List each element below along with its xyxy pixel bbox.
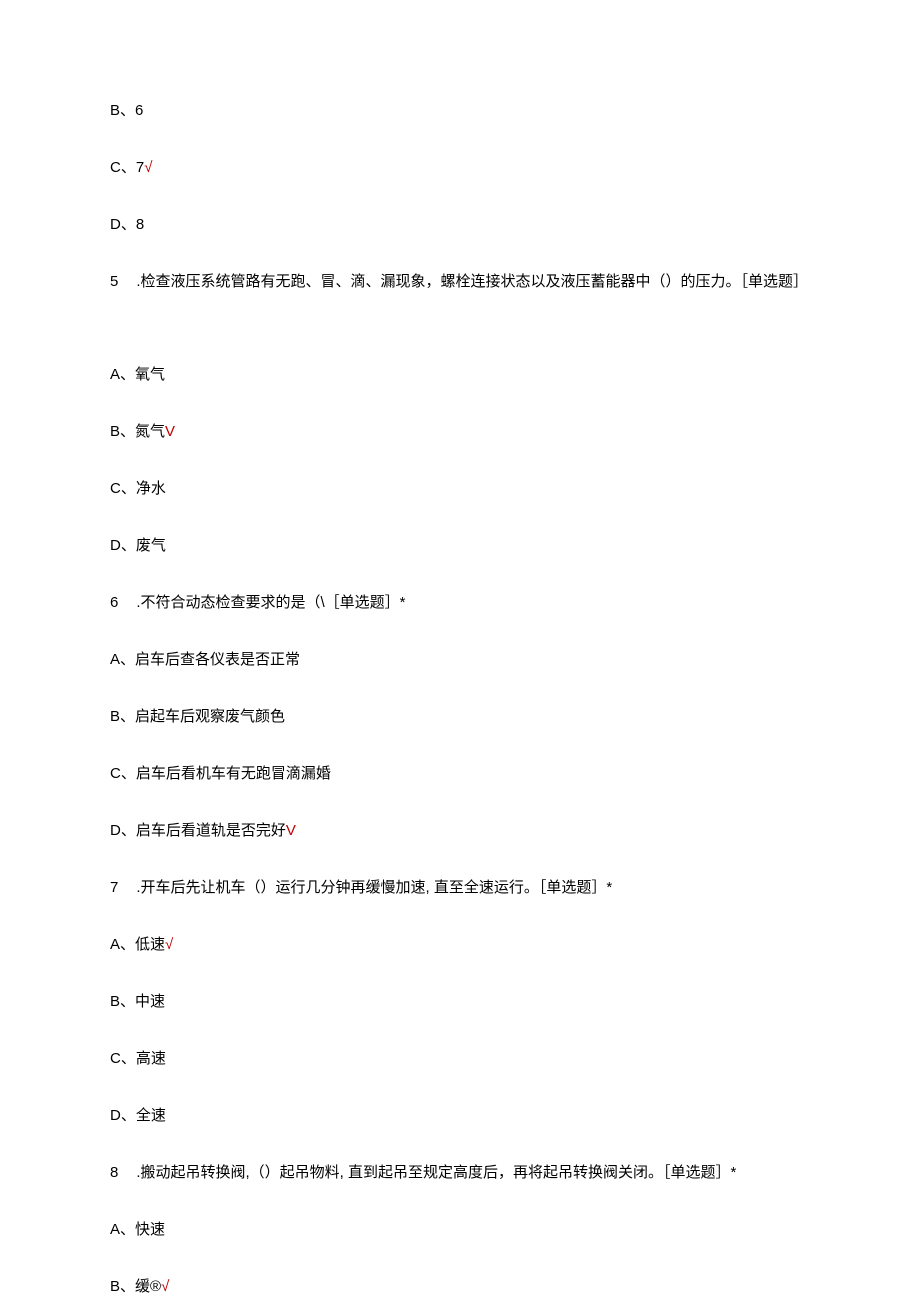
correct-mark: V	[286, 822, 296, 839]
question-line: 7 .开车后先让机车（）运行几分钟再缓慢加速, 直至全速运行。［单选题］*	[110, 877, 810, 898]
option-line: D、废气	[110, 535, 810, 556]
question-number: 7	[110, 879, 118, 896]
correct-mark: √	[165, 936, 173, 953]
option-line: A、氧气	[110, 364, 810, 385]
option-text: B、启起车后观察废气颜色	[110, 708, 285, 725]
question-line: 5 .检查液压系统管路有无跑、冒、滴、漏现象，螺栓连接状态以及液压蓄能器中（）的压…	[110, 271, 810, 292]
option-line: A、快速	[110, 1219, 810, 1240]
option-line: A、低速√	[110, 934, 810, 955]
option-text: A、低速	[110, 936, 165, 953]
question-number: 5	[110, 273, 118, 290]
option-line: B、缓®√	[110, 1276, 810, 1297]
option-text: D、废气	[110, 537, 166, 554]
correct-mark: √	[144, 159, 152, 176]
question-number: 6	[110, 594, 118, 611]
option-text: A、启车后查各仪表是否正常	[110, 651, 300, 668]
option-text: C、净水	[110, 480, 166, 497]
option-line: D、全速	[110, 1105, 810, 1126]
question-line: 8 .搬动起吊转换阀,（）起吊物料, 直到起吊至规定高度后，再将起吊转换阀关闭。［…	[110, 1162, 810, 1183]
option-text: A、快速	[110, 1221, 165, 1238]
option-line: B、中速	[110, 991, 810, 1012]
question-text: .开车后先让机车（）运行几分钟再缓慢加速, 直至全速运行。［单选题］*	[136, 879, 612, 896]
question-text: .检查液压系统管路有无跑、冒、滴、漏现象，螺栓连接状态以及液压蓄能器中（）的压力…	[136, 273, 808, 290]
question-text: .搬动起吊转换阀,（）起吊物料, 直到起吊至规定高度后，再将起吊转换阀关闭。［单…	[136, 1164, 736, 1181]
option-line: B、启起车后观察废气颜色	[110, 706, 810, 727]
option-text: D、全速	[110, 1107, 166, 1124]
option-text: A、氧气	[110, 366, 165, 383]
question-line: 6 .不符合动态检查要求的是（\［单选题］*	[110, 592, 810, 613]
option-text: D、8	[110, 216, 144, 233]
option-text: D、启车后看道轨是否完好	[110, 822, 286, 839]
option-text: C、7	[110, 159, 144, 176]
option-line: A、启车后查各仪表是否正常	[110, 649, 810, 670]
option-line: B、6	[110, 100, 810, 121]
option-text: B、中速	[110, 993, 165, 1010]
correct-mark: V	[165, 423, 175, 440]
blank-line	[110, 328, 810, 364]
option-text: C、高速	[110, 1050, 166, 1067]
option-line: D、8	[110, 214, 810, 235]
correct-mark: √	[161, 1278, 169, 1295]
option-text: C、启车后看机车有无跑冒滴漏婚	[110, 765, 331, 782]
option-line: B、氮气V	[110, 421, 810, 442]
question-text: .不符合动态检查要求的是（\［单选题］*	[136, 594, 405, 611]
option-text: B、氮气	[110, 423, 165, 440]
option-line: C、启车后看机车有无跑冒滴漏婚	[110, 763, 810, 784]
option-line: C、高速	[110, 1048, 810, 1069]
option-line: D、启车后看道轨是否完好V	[110, 820, 810, 841]
option-text: B、6	[110, 102, 143, 119]
question-number: 8	[110, 1164, 118, 1181]
option-text: B、缓®	[110, 1278, 161, 1295]
option-line: C、7√	[110, 157, 810, 178]
option-line: C、净水	[110, 478, 810, 499]
